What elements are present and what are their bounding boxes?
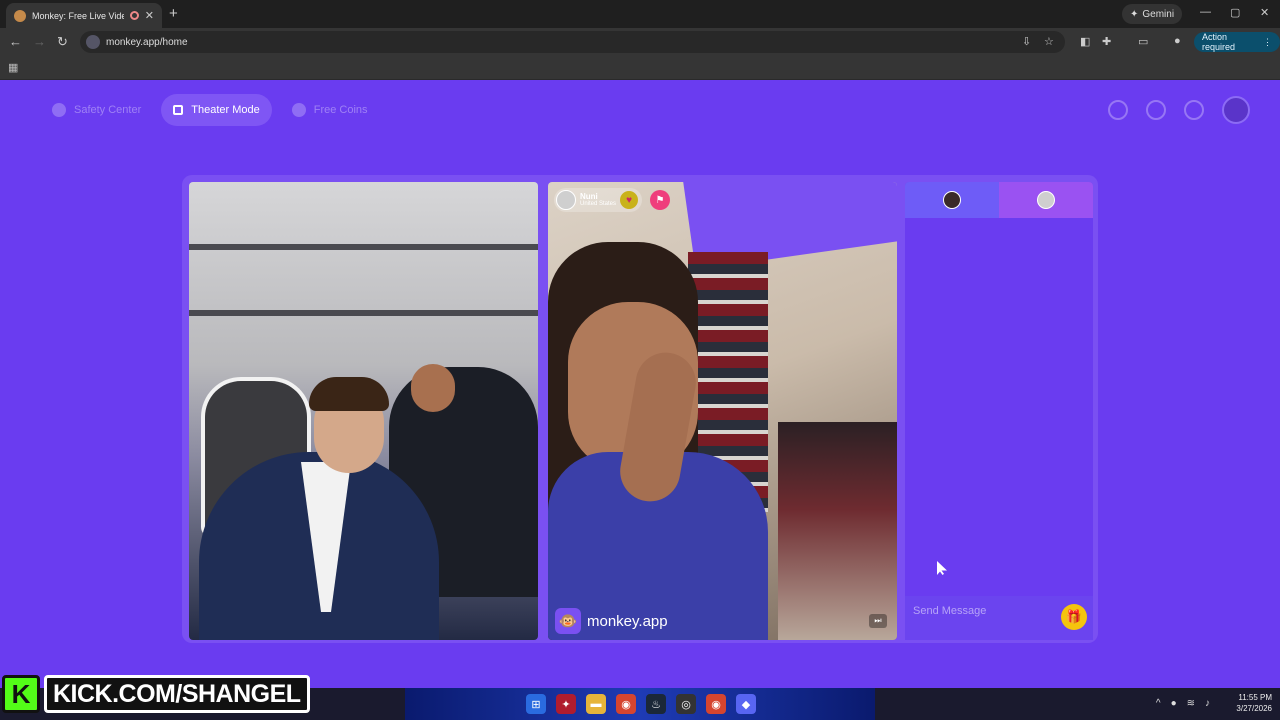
theater-mode-button[interactable]: Theater Mode: [161, 94, 272, 126]
video-chat-stage: Nuni United States ♥ ⚑ 🐵 monkey.app ⏭ Se…: [182, 175, 1098, 643]
garage-door-seam: [189, 244, 538, 250]
extensions-puzzle-icon[interactable]: ✚: [1102, 35, 1111, 48]
recording-indicator-icon: [129, 11, 139, 20]
new-tab-button[interactable]: +: [169, 5, 178, 22]
chrome-icon[interactable]: ◉: [616, 694, 636, 714]
steam-icon[interactable]: ♨: [646, 694, 666, 714]
theater-mode-label: Theater Mode: [191, 104, 260, 116]
close-window-icon[interactable]: ✕: [1260, 6, 1269, 19]
extension-icon[interactable]: ◧: [1080, 35, 1090, 48]
coins-balance-icon[interactable]: [1108, 100, 1128, 120]
shield-icon: [52, 103, 66, 117]
bookmarks-bar: ▦: [0, 56, 1280, 80]
kick-channel-text: KICK.COM/SHANGEL: [44, 675, 310, 713]
browser-toolbar: ← → ↻ monkey.app/home ⇩ ☆ ◧ ✚ ▭ ● Action…: [0, 28, 1280, 56]
system-tray: ^ ● ≋ ♪: [1156, 698, 1210, 709]
background-person-head: [411, 364, 455, 412]
back-icon[interactable]: ←: [9, 34, 22, 49]
report-icon[interactable]: ⚑: [650, 190, 670, 210]
tray-chevron-icon[interactable]: ^: [1156, 698, 1161, 709]
message-placeholder: Send Message: [913, 605, 987, 617]
file-explorer-icon[interactable]: ▬: [586, 694, 606, 714]
safety-center-label: Safety Center: [74, 104, 142, 116]
app-icon[interactable]: ✦: [556, 694, 576, 714]
obs-icon[interactable]: ◎: [676, 694, 696, 714]
gemini-button[interactable]: ✦ Gemini: [1122, 4, 1183, 24]
messages-chat-icon[interactable]: [1184, 100, 1204, 120]
free-coins-label: Free Coins: [313, 104, 368, 116]
garage-door-seam: [189, 310, 538, 316]
gemini-label: Gemini: [1142, 8, 1175, 20]
wifi-icon[interactable]: ≋: [1187, 698, 1195, 709]
streamer-hair: [309, 377, 389, 411]
volume-icon[interactable]: ♪: [1205, 698, 1210, 709]
tab-self[interactable]: [905, 182, 999, 218]
tab-title: Monkey: Free Live Video Ch: [32, 10, 124, 21]
watermark-text: monkey.app: [587, 612, 668, 630]
kick-overlay: K KICK.COM/SHANGEL: [2, 672, 310, 716]
coin-icon: [291, 103, 306, 117]
minimize-icon[interactable]: —: [1200, 6, 1211, 18]
heart-icon[interactable]: ♥: [620, 191, 639, 209]
discord-icon[interactable]: ◆: [736, 694, 756, 714]
system-clock[interactable]: 11:55 PM 3/27/2026: [1224, 692, 1272, 714]
expand-icon: [173, 105, 184, 115]
chat-tabs: [905, 182, 1093, 218]
start-icon[interactable]: ⊞: [526, 694, 546, 714]
taskbar-apps: ⊞ ✦ ▬ ◉ ♨ ◎ ◉ ◆: [526, 694, 756, 714]
profile-avatar-icon[interactable]: ●: [1174, 35, 1181, 47]
match-name: Nuni: [580, 192, 598, 201]
microphone-icon[interactable]: ●: [1171, 698, 1177, 709]
top-navigation: Safety Center Theater Mode Free Coins: [40, 94, 380, 126]
clock-date: 3/27/2026: [1236, 704, 1272, 713]
local-video-feed: [189, 182, 538, 640]
safety-center-button[interactable]: Safety Center: [40, 94, 153, 126]
kick-logo-icon: K: [2, 675, 40, 713]
side-panel-icon[interactable]: ▭: [1138, 35, 1148, 48]
url-text: monkey.app/home: [106, 36, 188, 48]
match-tab-avatar: [1037, 191, 1055, 209]
match-country: United States: [580, 201, 617, 207]
forward-icon[interactable]: →: [33, 34, 46, 49]
gift-icon[interactable]: 🎁: [1061, 604, 1087, 630]
user-avatar[interactable]: [1222, 96, 1250, 124]
browser-tab[interactable]: Monkey: Free Live Video Ch ✕: [6, 3, 162, 28]
tab-close-icon[interactable]: ✕: [145, 9, 154, 22]
apps-grid-icon[interactable]: ▦: [8, 61, 18, 74]
maximize-icon[interactable]: ▢: [1230, 6, 1240, 19]
right-navigation: [1108, 96, 1250, 124]
message-input[interactable]: Send Message 🎁: [905, 596, 1093, 640]
kebab-menu-icon: ⋮: [1263, 36, 1272, 47]
tab-match[interactable]: [999, 182, 1093, 218]
skip-next-icon[interactable]: ⏭: [869, 614, 887, 628]
clothes-pile: [778, 422, 897, 640]
chrome-active-icon[interactable]: ◉: [706, 694, 726, 714]
monkey-logo-icon: 🐵: [555, 608, 581, 634]
browser-tab-bar: Monkey: Free Live Video Ch ✕ + ✦ Gemini …: [0, 0, 1280, 28]
remote-video-feed: Nuni United States ♥ ⚑ 🐵 monkey.app ⏭: [548, 182, 897, 640]
action-required-label: Action required: [1202, 32, 1236, 52]
clock-time: 11:55 PM: [1238, 693, 1272, 702]
history-clock-icon[interactable]: [1146, 100, 1166, 120]
bookmark-star-icon[interactable]: ☆: [1044, 35, 1054, 48]
free-coins-button[interactable]: Free Coins: [280, 94, 380, 126]
site-info-icon[interactable]: [86, 35, 100, 49]
reload-icon[interactable]: ↻: [57, 34, 68, 50]
monkey-watermark: 🐵 monkey.app: [555, 608, 668, 634]
chat-panel: Send Message 🎁: [905, 182, 1093, 640]
gemini-sparkle-icon: ✦: [1130, 8, 1139, 20]
match-avatar: [556, 190, 576, 210]
self-avatar: [943, 191, 961, 209]
address-bar[interactable]: monkey.app/home: [80, 31, 1065, 53]
match-user-chip[interactable]: Nuni United States ♥: [554, 188, 643, 212]
install-app-icon[interactable]: ⇩: [1022, 35, 1031, 48]
action-required-button[interactable]: Action required ⋮: [1194, 32, 1280, 52]
monkey-app-page: Safety Center Theater Mode Free Coins Nu…: [0, 80, 1280, 688]
monkey-favicon-icon: [14, 9, 26, 22]
